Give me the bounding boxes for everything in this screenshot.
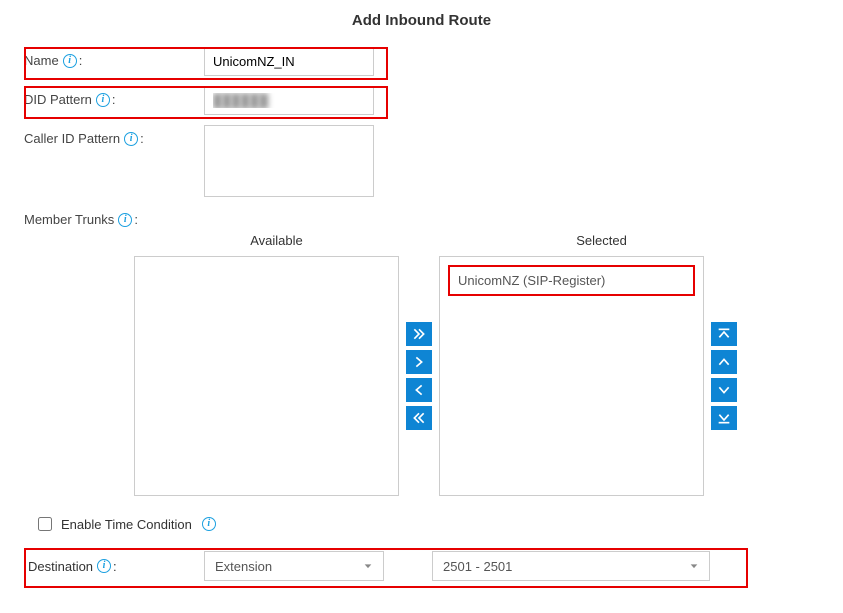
colon: : bbox=[79, 53, 83, 68]
move-all-left-button[interactable] bbox=[406, 406, 432, 430]
chevron-up-icon bbox=[716, 354, 732, 370]
move-right-button[interactable] bbox=[406, 350, 432, 374]
did-pattern-input[interactable] bbox=[204, 86, 374, 115]
row-did-pattern: DID Pattern i : bbox=[24, 86, 819, 115]
info-icon[interactable]: i bbox=[124, 132, 138, 146]
chevron-right-icon bbox=[411, 354, 427, 370]
double-chevron-left-icon bbox=[411, 410, 427, 426]
chevron-left-icon bbox=[411, 382, 427, 398]
row-caller-id-pattern: Caller ID Pattern i : bbox=[24, 125, 819, 200]
label-name: Name i : bbox=[24, 47, 204, 68]
move-left-button[interactable] bbox=[406, 378, 432, 402]
name-label-text: Name bbox=[24, 53, 59, 68]
info-icon[interactable]: i bbox=[97, 559, 111, 573]
double-chevron-right-icon bbox=[411, 326, 427, 342]
move-top-button[interactable] bbox=[711, 322, 737, 346]
caller-id-label-text: Caller ID Pattern bbox=[24, 131, 120, 146]
move-buttons-column bbox=[399, 256, 439, 496]
selected-header: Selected bbox=[459, 233, 744, 256]
chevron-top-icon bbox=[716, 326, 732, 342]
label-did-pattern: DID Pattern i : bbox=[24, 86, 204, 107]
destination-value-text: 2501 - 2501 bbox=[443, 559, 512, 574]
info-icon[interactable]: i bbox=[63, 54, 77, 68]
info-icon[interactable]: i bbox=[118, 213, 132, 227]
page-title: Add Inbound Route bbox=[0, 0, 843, 47]
enable-time-condition-checkbox[interactable] bbox=[38, 517, 52, 531]
caller-id-pattern-input[interactable] bbox=[204, 125, 374, 197]
move-all-right-button[interactable] bbox=[406, 322, 432, 346]
label-destination: Destination i : bbox=[24, 559, 204, 574]
time-condition-label: Enable Time Condition bbox=[61, 517, 192, 532]
member-trunks-label-text: Member Trunks bbox=[24, 212, 114, 227]
list-item[interactable]: UnicomNZ (SIP-Register) bbox=[448, 265, 695, 296]
available-listbox[interactable] bbox=[134, 256, 399, 496]
colon: : bbox=[140, 131, 144, 146]
destination-type-select[interactable]: Extension bbox=[204, 551, 384, 581]
chevron-bottom-icon bbox=[716, 410, 732, 426]
chevron-down-icon bbox=[716, 382, 732, 398]
colon: : bbox=[113, 559, 117, 574]
colon: : bbox=[134, 212, 138, 227]
chevron-down-icon bbox=[363, 559, 373, 574]
move-down-button[interactable] bbox=[711, 378, 737, 402]
destination-type-value: Extension bbox=[215, 559, 272, 574]
order-buttons-column bbox=[704, 256, 744, 496]
label-member-trunks: Member Trunks i : bbox=[24, 210, 204, 227]
did-pattern-label-text: DID Pattern bbox=[24, 92, 92, 107]
row-member-trunks-label: Member Trunks i : bbox=[24, 210, 819, 227]
info-icon[interactable]: i bbox=[202, 517, 216, 531]
available-header: Available bbox=[134, 233, 419, 256]
name-input[interactable] bbox=[204, 47, 374, 76]
row-time-condition: Enable Time Condition i bbox=[34, 514, 819, 534]
selected-listbox[interactable]: UnicomNZ (SIP-Register) bbox=[439, 256, 704, 496]
info-icon[interactable]: i bbox=[96, 93, 110, 107]
row-destination: Destination i : Extension 2501 - 2501 bbox=[24, 548, 819, 584]
label-caller-id-pattern: Caller ID Pattern i : bbox=[24, 125, 204, 146]
destination-value-select[interactable]: 2501 - 2501 bbox=[432, 551, 710, 581]
colon: : bbox=[112, 92, 116, 107]
row-name: Name i : bbox=[24, 47, 819, 76]
member-trunks-panel: Available Selected Unicom bbox=[24, 233, 819, 496]
chevron-down-icon bbox=[689, 559, 699, 574]
destination-label-text: Destination bbox=[28, 559, 93, 574]
move-bottom-button[interactable] bbox=[711, 406, 737, 430]
move-up-button[interactable] bbox=[711, 350, 737, 374]
